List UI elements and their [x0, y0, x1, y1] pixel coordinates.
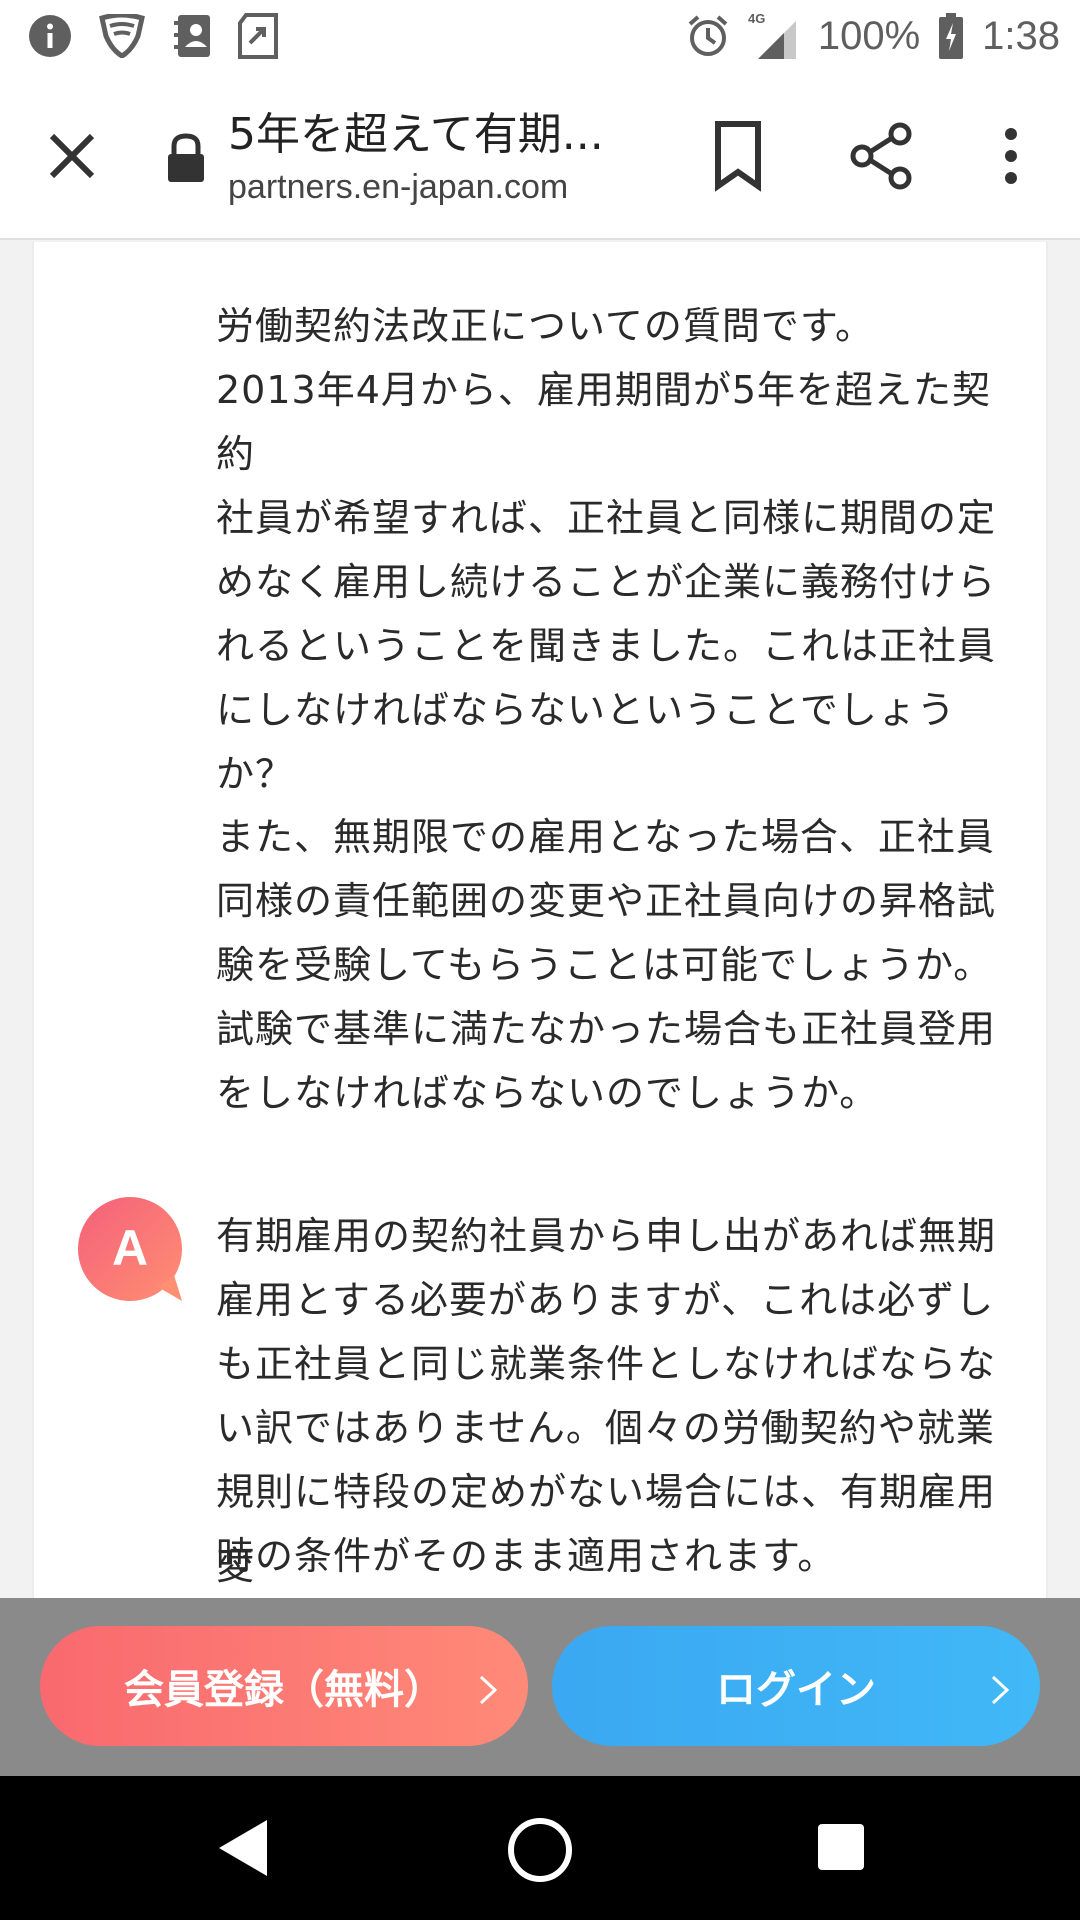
question-paragraph-1: 労働契約法改正についての質問です。 2013年4月から、雇用期間が5年を超えた契…	[216, 304, 997, 796]
back-icon[interactable]	[215, 1816, 271, 1880]
register-button[interactable]: 会員登録（無料）	[40, 1626, 528, 1746]
battery-charging-icon	[938, 13, 964, 59]
page-title[interactable]: 5年を超えて有期...	[228, 98, 648, 162]
signal-icon: 4G	[748, 11, 800, 61]
svg-text:4G: 4G	[748, 11, 765, 26]
clock: 1:38	[982, 13, 1060, 58]
contacts-icon	[172, 13, 212, 59]
chevron-right-icon	[478, 1670, 498, 1705]
transfer-icon	[238, 13, 278, 59]
answer-badge-letter: A	[112, 1220, 148, 1276]
battery-percent: 100%	[817, 13, 921, 58]
answer-paragraph-1: 有期雇用の契約社員から申し出があれば無期 雇用とする必要がありますが、これは必ず…	[216, 1214, 997, 1578]
question-paragraph-2: また、無期限での雇用となった場合、正社員 同様の責任範囲の変更や正社員向けの昇格…	[216, 815, 997, 1115]
vpn-shield-icon	[98, 14, 146, 58]
article-content: 労働契約法改正についての質問です。 2013年4月から、雇用期間が5年を超えた契…	[32, 242, 1048, 1598]
chevron-right-icon	[990, 1670, 1010, 1705]
close-icon[interactable]	[40, 124, 104, 188]
register-button-label: 会員登録（無料）	[124, 1667, 444, 1713]
answer-paragraph-2: 変 変更もお考えの場合は、労使間の合意があれ	[216, 1544, 256, 1588]
more-vert-icon[interactable]	[995, 124, 1027, 188]
login-button[interactable]: ログイン	[552, 1626, 1040, 1746]
answer-badge-icon: A	[78, 1197, 188, 1307]
status-bar: 4G 100% 1:38	[0, 0, 1080, 72]
bookmark-icon[interactable]	[710, 120, 766, 192]
recent-apps-icon[interactable]	[818, 1824, 864, 1870]
info-icon	[28, 14, 72, 58]
share-icon[interactable]	[848, 122, 916, 190]
page-url[interactable]: partners.en-japan.com	[228, 168, 568, 207]
cta-bar: 会員登録（無料） ログイン	[0, 1598, 1080, 1776]
screen: 4G 100% 1:38 5年を超えて有期... partners.en-jap…	[0, 0, 1080, 1920]
home-icon[interactable]	[506, 1816, 574, 1884]
lock-icon	[164, 132, 208, 184]
browser-toolbar: 5年を超えて有期... partners.en-japan.com	[0, 72, 1080, 240]
login-button-label: ログイン	[716, 1667, 876, 1713]
navigation-bar	[0, 1776, 1080, 1920]
alarm-icon	[686, 14, 730, 58]
